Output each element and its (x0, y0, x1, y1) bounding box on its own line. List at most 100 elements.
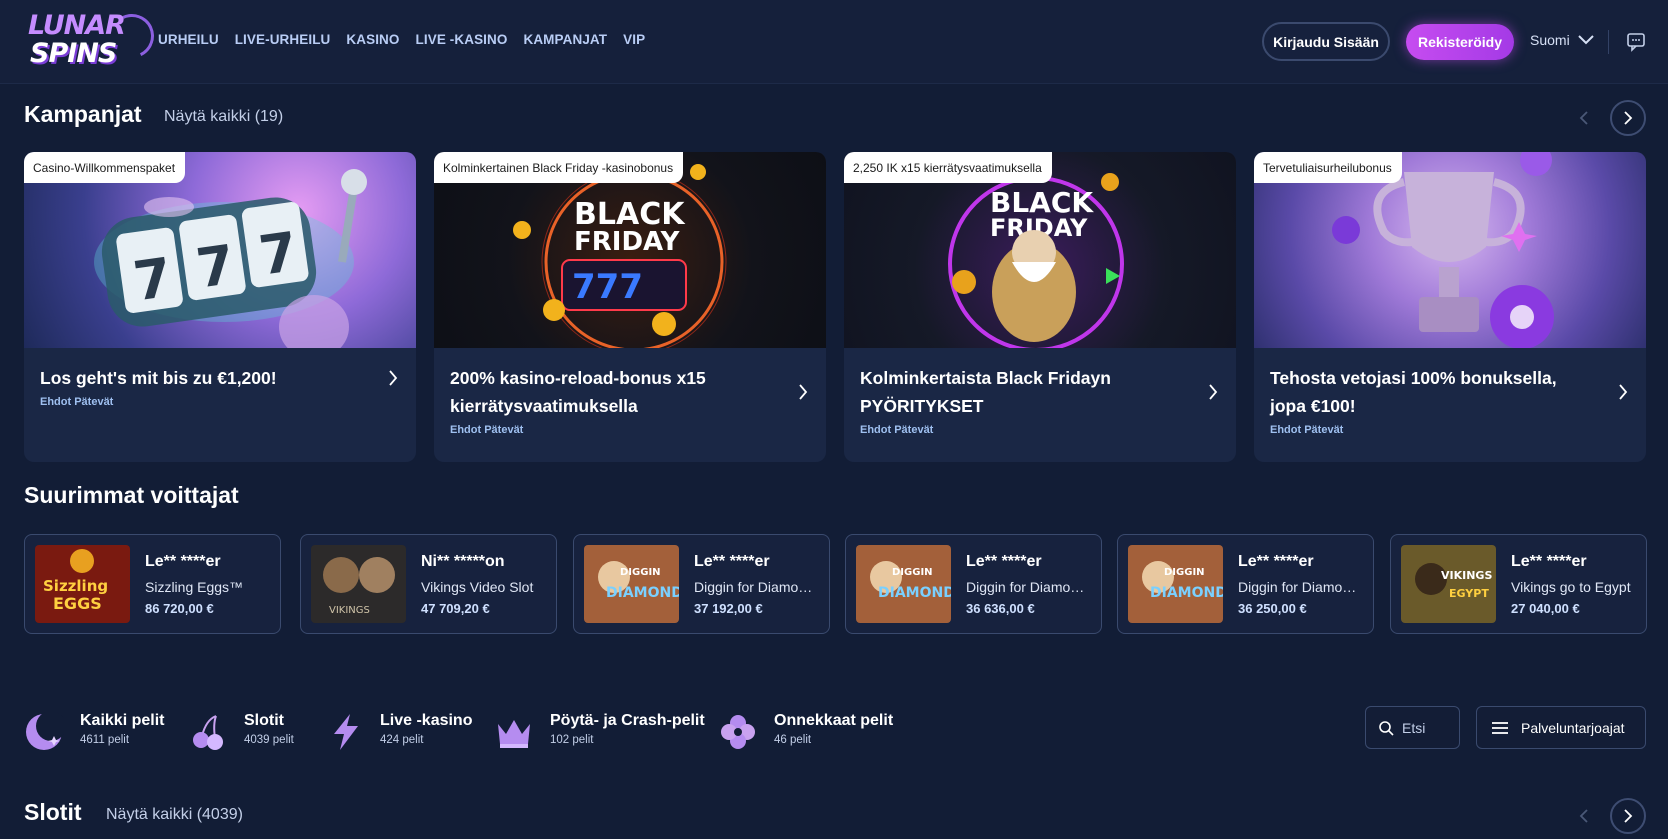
winner-card[interactable]: DIGGIN DIAMONDS Le** ****er Diggin for Di… (573, 534, 830, 634)
chevron-right-icon (1619, 384, 1628, 400)
winner-amount: 36 636,00 € (966, 601, 1035, 616)
game-thumbnail: DIGGIN DIAMONDS (1128, 545, 1223, 623)
winner-game: Vikings go to Egypt (1511, 579, 1631, 595)
header-divider (1608, 30, 1609, 54)
logo-text-bottom: SPINS (30, 38, 117, 69)
promo-terms-link[interactable]: Ehdot Pätevät (40, 396, 113, 408)
category-name: Live -kasino (380, 712, 473, 729)
svg-text:DIGGIN: DIGGIN (1164, 567, 1205, 578)
svg-text:Sizzling: Sizzling (43, 577, 108, 595)
providers-button[interactable]: Palveluntarjoajat (1476, 706, 1646, 749)
category-name: Kaikki pelit (80, 712, 165, 729)
game-thumbnail: VIKINGS EGYPT (1401, 545, 1496, 623)
promo-terms-link[interactable]: Ehdot Pätevät (1270, 424, 1343, 436)
svg-text:DIAMONDS: DIAMONDS (878, 585, 951, 601)
category-lucky-games[interactable]: Onnekkaat pelit 46 pelit (718, 708, 898, 756)
winner-name: Le** ****er (694, 553, 770, 570)
chat-icon[interactable] (1626, 32, 1646, 52)
nav-item-kasino[interactable]: KASINO (346, 32, 399, 47)
winner-game: Diggin for Diamonds (1238, 579, 1363, 595)
promo-title: 200% kasino-reload-bonus x15 kierrätysva… (450, 368, 706, 416)
svg-text:VIKINGS: VIKINGS (1441, 569, 1492, 582)
art-text-777: 777 (572, 267, 643, 307)
winner-name: Ni** *****on (421, 553, 505, 570)
category-count: 4039 pelit (244, 734, 294, 746)
register-button[interactable]: Rekisteröidy (1406, 24, 1514, 60)
winner-game: Diggin for Diamonds (694, 579, 819, 595)
nav-item-live-kasino[interactable]: LIVE -KASINO (416, 32, 508, 47)
winner-card[interactable]: DIGGIN DIAMONDS Le** ****er Diggin for Di… (845, 534, 1102, 634)
promo-title: Tehosta vetojasi 100% bonuksella, jopa €… (1270, 368, 1557, 416)
chevron-right-icon (799, 384, 808, 400)
winner-game: Sizzling Eggs™ (145, 579, 244, 595)
winner-name: Le** ****er (1238, 553, 1314, 570)
cherries-icon (193, 715, 223, 750)
winner-amount: 37 192,00 € (694, 601, 763, 616)
language-selector[interactable]: Suomi (1530, 32, 1594, 48)
winner-amount: 47 709,20 € (421, 601, 490, 616)
promo-card-casino-welcome[interactable]: 7 7 7 Casino-Willkommenspaket Los geht's… (24, 152, 416, 462)
winners-title: Suurimmat voittajat (24, 482, 239, 508)
nav-item-live-urheilu[interactable]: LIVE-URHEILU (235, 32, 331, 47)
category-table-crash[interactable]: Pöytä- ja Crash-pelit 102 pelit (494, 708, 705, 756)
campaigns-see-all-link[interactable]: Näytä kaikki (19) (164, 108, 283, 126)
promo-tag: Tervetuliaisurheilubonus (1254, 152, 1402, 183)
winner-game: Vikings Video Slot (421, 579, 534, 595)
campaigns-next-button[interactable] (1610, 100, 1646, 136)
game-search[interactable] (1365, 706, 1460, 749)
clover-icon (721, 715, 755, 749)
svg-text:DIGGIN: DIGGIN (892, 567, 933, 578)
game-thumbnail: DIGGIN DIAMONDS (856, 545, 951, 623)
winner-amount: 36 250,00 € (1238, 601, 1307, 616)
lightning-icon (334, 714, 358, 750)
category-live-casino[interactable]: Live -kasino 424 pelit (326, 708, 472, 756)
svg-text:DIAMONDS: DIAMONDS (606, 585, 679, 601)
winner-card[interactable]: Sizzling EGGS Le** ****er Sizzling Eggs™ … (24, 534, 281, 634)
search-input[interactable] (1402, 719, 1457, 736)
chevron-right-icon (389, 370, 398, 386)
slots-title: Slotit (24, 799, 82, 825)
slots-see-all-link[interactable]: Näytä kaikki (4039) (106, 806, 243, 824)
category-count: 4611 pelit (80, 734, 130, 746)
promo-card-sports-welcome[interactable]: Tervetuliaisurheilubonus Tehosta vetojas… (1254, 152, 1646, 462)
category-slots[interactable]: Slotit 4039 pelit (188, 708, 298, 756)
promo-title: Los geht's mit bis zu €1,200! (40, 368, 277, 388)
login-button[interactable]: Kirjaudu Sisään (1262, 22, 1390, 61)
category-name: Onnekkaat pelit (774, 712, 894, 729)
moon-icon (26, 712, 64, 750)
category-name: Slotit (244, 712, 284, 729)
category-count: 424 pelit (380, 734, 424, 746)
slots-prev-button[interactable] (1566, 798, 1602, 834)
promo-terms-link[interactable]: Ehdot Pätevät (860, 424, 933, 436)
search-icon (1379, 720, 1394, 736)
game-thumbnail: VIKINGS (311, 545, 406, 623)
slots-next-button[interactable] (1610, 798, 1646, 834)
chevron-right-icon (1624, 111, 1633, 125)
game-thumbnail: DIGGIN DIAMONDS (584, 545, 679, 623)
category-all-games[interactable]: Kaikki pelit 4611 pelit (24, 708, 164, 756)
category-count: 46 pelit (774, 734, 812, 746)
chevron-down-icon (1577, 35, 1594, 45)
nav-item-kampanjat[interactable]: KAMPANJAT (523, 32, 607, 47)
logo-text-top: LUNAR (28, 10, 126, 41)
winner-name: Le** ****er (966, 553, 1042, 570)
promo-title: Kolminkertaista Black Fridayn PYÖRITYKSE… (860, 368, 1111, 416)
campaigns-prev-button[interactable] (1566, 100, 1602, 136)
art-text-friday: FRIDAY (574, 227, 681, 257)
nav-item-urheilu[interactable]: URHEILU (158, 32, 219, 47)
winner-card[interactable]: VIKINGS EGYPT Le** ****er Vikings go to E… (1390, 534, 1647, 634)
promo-card-black-friday-reload[interactable]: BLACK FRIDAY 777 Kolminkertainen Black F… (434, 152, 826, 462)
chevron-left-icon (1579, 111, 1588, 125)
crown-icon (498, 720, 530, 748)
winner-card[interactable]: DIGGIN DIAMONDS Le** ****er Diggin for Di… (1117, 534, 1374, 634)
promo-terms-link[interactable]: Ehdot Pätevät (450, 424, 523, 436)
nav-item-vip[interactable]: VIP (623, 32, 645, 47)
language-label: Suomi (1530, 32, 1570, 48)
promo-card-black-friday-spins[interactable]: BLACK FRIDAY 2,250 IK x15 kierrätysvaati… (844, 152, 1236, 462)
svg-text:VIKINGS: VIKINGS (329, 605, 370, 616)
winner-game: Diggin for Diamonds (966, 579, 1091, 595)
winner-name: Le** ****er (1511, 553, 1587, 570)
game-thumbnail: Sizzling EGGS (35, 545, 130, 623)
winner-card[interactable]: VIKINGS Ni** *****on Vikings Video Slot … (300, 534, 557, 634)
lunar-spins-logo[interactable]: LUNAR SPINS (24, 7, 161, 76)
